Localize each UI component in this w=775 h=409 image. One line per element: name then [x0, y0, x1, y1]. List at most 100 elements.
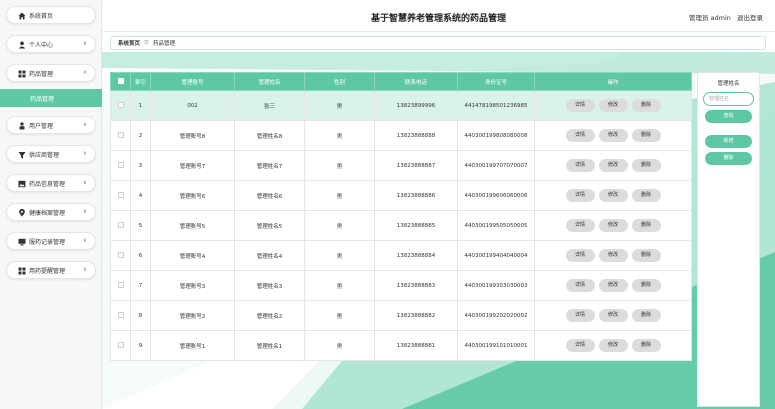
- table-row[interactable]: 7 管理账号3 管理姓名3 男 13823888883 44030019930303000…: [110, 270, 692, 301]
- sidebar-subitem-drug-management[interactable]: 药品管理: [0, 89, 102, 107]
- edit-button[interactable]: 修改: [598, 99, 628, 112]
- edit-button[interactable]: 修改: [598, 309, 628, 322]
- row-select-cell: [110, 300, 131, 331]
- sidebar-item-health-records-management[interactable]: 健康档案管理 ∨: [6, 203, 96, 221]
- sidebar-item-home[interactable]: 系统首页: [6, 6, 96, 24]
- sidebar-item-supplier-management[interactable]: 供应商管理 ∨: [6, 145, 96, 163]
- account-cell: 管理账号7: [150, 150, 235, 181]
- search-button[interactable]: 查询: [705, 110, 752, 123]
- row-checkbox[interactable]: [117, 251, 124, 258]
- sidebar-item-label: 个人中心: [29, 41, 54, 49]
- delete-button[interactable]: 删除: [631, 309, 661, 322]
- delete-button[interactable]: 删除: [631, 339, 661, 352]
- sidebar-item-user-management[interactable]: 用户管理 ∨: [6, 116, 96, 134]
- details-button[interactable]: 详情: [565, 309, 595, 322]
- details-button[interactable]: 详情: [565, 159, 595, 172]
- details-button[interactable]: 详情: [565, 279, 595, 292]
- table-row[interactable]: 5 管理账号5 管理姓名5 男 13823888885 44030019950505000…: [110, 210, 692, 241]
- search-input[interactable]: [703, 92, 754, 106]
- row-checkbox[interactable]: [117, 281, 124, 288]
- gender-cell: 男: [304, 120, 375, 151]
- select-all-header: [110, 72, 131, 91]
- breadcrumb: 系统首页 ☰ 药品管理: [110, 36, 766, 50]
- sidebar-item-label: 系统首页: [29, 12, 54, 20]
- details-button[interactable]: 详情: [565, 189, 595, 202]
- delete-button[interactable]: 删除: [631, 279, 661, 292]
- row-checkbox[interactable]: [117, 101, 124, 108]
- chevron-down-icon: ∨: [82, 208, 87, 215]
- row-select-cell: [110, 240, 131, 271]
- chevron-down-icon: ∨: [82, 266, 87, 273]
- actions-cell: 详情 修改 删除: [534, 210, 692, 241]
- column-header: 管理账号: [150, 72, 235, 91]
- table-row[interactable]: 2 管理账号8 管理姓名8 男 13823888888 44030019980808000…: [110, 120, 692, 151]
- row-select-cell: [110, 90, 131, 121]
- table-row[interactable]: 3 管理账号7 管理姓名7 男 13823888887 44030019970707000…: [110, 150, 692, 181]
- table-header-row: 索引 管理账号 管理姓名 性别 联系电话 身份证号 操作: [110, 72, 692, 91]
- name-cell: 管理姓名4: [234, 240, 305, 271]
- index-cell: 3: [130, 150, 151, 181]
- delete-button[interactable]: 删除: [631, 189, 661, 202]
- edit-button[interactable]: 修改: [598, 249, 628, 262]
- row-select-cell: [110, 270, 131, 301]
- details-button[interactable]: 详情: [565, 219, 595, 232]
- name-cell: 管理姓名8: [234, 120, 305, 151]
- row-checkbox[interactable]: [117, 191, 124, 198]
- edit-button[interactable]: 修改: [598, 339, 628, 352]
- sidebar-item-drug-info-management[interactable]: 药品信息管理 ∨: [6, 174, 96, 192]
- row-checkbox[interactable]: [117, 161, 124, 168]
- gender-cell: 男: [304, 90, 375, 121]
- index-cell: 9: [130, 330, 151, 361]
- table-row[interactable]: 9 管理账号1 管理姓名1 男 13823888881 44030019910101000…: [110, 330, 692, 361]
- account-cell: 管理账号3: [150, 270, 235, 301]
- delete-button[interactable]: 删除: [631, 129, 661, 142]
- account-cell: 管理账号2: [150, 300, 235, 331]
- table-row[interactable]: 6 管理账号4 管理姓名4 男 13823888884 44030019940404000…: [110, 240, 692, 271]
- delete-button[interactable]: 删除: [631, 159, 661, 172]
- batch-delete-button[interactable]: 删除: [705, 152, 752, 165]
- logout-link[interactable]: 退出登录: [737, 14, 763, 22]
- details-button[interactable]: 详情: [565, 129, 595, 142]
- image-icon: [18, 180, 26, 188]
- edit-button[interactable]: 修改: [598, 279, 628, 292]
- edit-button[interactable]: 修改: [598, 159, 628, 172]
- phone-cell: 13823888882: [374, 300, 458, 331]
- select-all-checkbox[interactable]: [117, 77, 124, 84]
- breadcrumb-home[interactable]: 系统首页: [118, 39, 140, 47]
- phone-cell: 13823888886: [374, 180, 458, 211]
- header-user-area: 管理员 admin 退出登录: [689, 12, 763, 22]
- id-number-cell: 440300199808080008: [457, 120, 535, 151]
- row-checkbox[interactable]: [117, 341, 124, 348]
- edit-button[interactable]: 修改: [598, 219, 628, 232]
- row-checkbox[interactable]: [117, 221, 124, 228]
- table-row[interactable]: 1 002 张三男 13823899996 441478198501236985 详情 修改…: [110, 90, 692, 121]
- id-number-cell: 440300199101010001: [457, 330, 535, 361]
- chevron-up-icon: ∧: [82, 69, 87, 76]
- sidebar-item-medication-records-management[interactable]: 服药记录管理 ∨: [6, 232, 96, 250]
- delete-button[interactable]: 删除: [631, 99, 661, 112]
- row-checkbox[interactable]: [117, 311, 124, 318]
- index-cell: 5: [130, 210, 151, 241]
- actions-cell: 详情 修改 删除: [534, 270, 692, 301]
- table-row[interactable]: 8 管理账号2 管理姓名2 男 13823888882 44030019920202000…: [110, 300, 692, 331]
- actions-cell: 详情 修改 删除: [534, 300, 692, 331]
- name-cell: 张三: [234, 90, 305, 121]
- edit-button[interactable]: 修改: [598, 129, 628, 142]
- gender-cell: 男: [304, 150, 375, 181]
- breadcrumb-current: 药品管理: [152, 41, 175, 47]
- add-button[interactable]: 新增: [705, 135, 752, 148]
- details-button[interactable]: 详情: [565, 339, 595, 352]
- edit-button[interactable]: 修改: [598, 189, 628, 202]
- delete-button[interactable]: 删除: [631, 249, 661, 262]
- table-row[interactable]: 4 管理账号6 管理姓名6 男 13823888886 44030019960606000…: [110, 180, 692, 211]
- sidebar-item-medication-reminder-management[interactable]: 用药提醒管理 ∨: [6, 261, 96, 279]
- delete-button[interactable]: 删除: [631, 219, 661, 232]
- details-button[interactable]: 详情: [565, 249, 595, 262]
- sidebar-item-personal-center[interactable]: 个人中心 ∨: [6, 35, 96, 53]
- index-cell: 2: [130, 120, 151, 151]
- row-checkbox[interactable]: [117, 131, 124, 138]
- sidebar: 系统首页 个人中心 ∨ 药品管理 ∧ 药品管理 用户管理 ∨ 供应商管理 ∨ 药…: [0, 0, 102, 409]
- sidebar-item-label: 药品信息管理: [29, 180, 66, 188]
- sidebar-item-drug-management[interactable]: 药品管理 ∧: [6, 64, 96, 82]
- details-button[interactable]: 详情: [565, 99, 595, 112]
